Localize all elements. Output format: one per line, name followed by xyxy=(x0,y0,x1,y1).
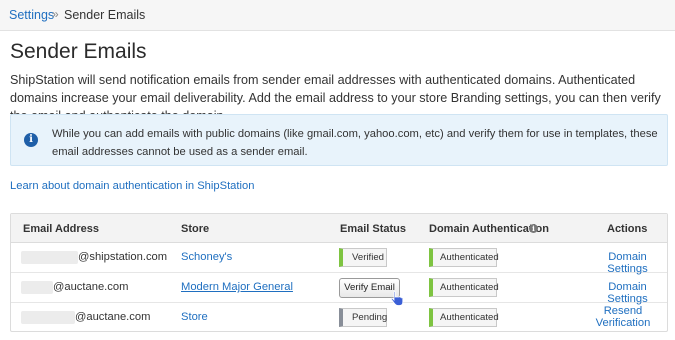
resend-verification-link[interactable]: Resend Verification xyxy=(591,305,655,329)
domain-authentication-info-icon[interactable]: i xyxy=(529,224,538,233)
store-link[interactable]: Schoney's xyxy=(181,251,232,263)
email-address: @auctane.com xyxy=(53,281,129,293)
store-link[interactable]: Store xyxy=(181,311,208,323)
redacted-email-prefix xyxy=(21,311,75,324)
info-icon: i xyxy=(24,133,38,147)
domain-settings-link[interactable]: Domain Settings xyxy=(588,281,667,305)
header-email-status: Email Status xyxy=(340,223,407,235)
domain-auth-badge: Authenticated xyxy=(429,248,499,267)
email-address: @shipstation.com xyxy=(78,251,168,263)
table-row: @auctane.com Store Pending Authenticated… xyxy=(11,303,667,333)
status-badge: Pending xyxy=(339,308,387,327)
info-callout-text: While you can add emails with public dom… xyxy=(52,128,658,158)
learn-domain-authentication-link[interactable]: Learn about domain authentication in Shi… xyxy=(10,180,254,192)
header-store: Store xyxy=(181,223,210,235)
redacted-email-prefix xyxy=(21,251,78,264)
domain-auth-badge: Authenticated xyxy=(429,308,499,327)
redacted-email-prefix xyxy=(21,281,53,294)
table-header: Email Address Store Email Status Domain … xyxy=(11,214,667,243)
domain-settings-link[interactable]: Domain Settings xyxy=(588,251,667,275)
sender-emails-table: Email Address Store Email Status Domain … xyxy=(10,213,668,332)
store-link[interactable]: Modern Major General xyxy=(181,281,293,293)
breadcrumb-current: Sender Emails xyxy=(64,8,146,22)
breadcrumb-separator: » xyxy=(52,7,59,21)
breadcrumb: Settings » Sender Emails xyxy=(0,0,675,31)
table-row: @auctane.com Modern Major General Verify… xyxy=(11,273,667,306)
table-row: @shipstation.com Schoney's Verified Auth… xyxy=(11,243,667,275)
header-email-address: Email Address xyxy=(23,223,100,235)
status-badge: Verified xyxy=(339,248,387,267)
page-title: Sender Emails xyxy=(10,40,147,63)
header-actions: Actions xyxy=(607,223,648,235)
info-callout: i While you can add emails with public d… xyxy=(10,114,668,166)
email-address: @auctane.com xyxy=(75,311,151,323)
breadcrumb-settings-link[interactable]: Settings xyxy=(9,8,54,22)
domain-auth-badge: Authenticated xyxy=(429,278,499,297)
